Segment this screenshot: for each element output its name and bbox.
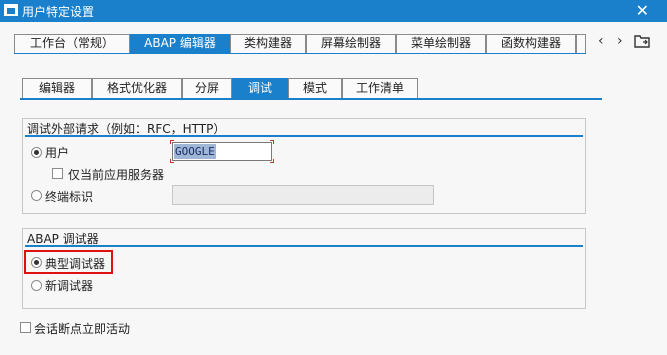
user-label: 用户 bbox=[45, 146, 70, 160]
tab-abap-editor[interactable]: ABAP 编辑器 bbox=[130, 34, 230, 54]
tab-menu-icon[interactable] bbox=[634, 34, 650, 48]
current-server-only-checkbox[interactable] bbox=[52, 168, 63, 179]
new-debugger-label: 新调试器 bbox=[45, 279, 94, 293]
tab-debugging[interactable]: 调试 bbox=[232, 78, 288, 98]
new-debugger-radio[interactable] bbox=[31, 280, 42, 291]
focus-corner bbox=[270, 159, 274, 163]
highlight-box bbox=[24, 250, 113, 274]
sub-tab-strip: 编辑器 格式优化器 分屏 调试 模式 工作清单 bbox=[20, 78, 602, 100]
user-input[interactable]: GOOGLE bbox=[170, 140, 274, 163]
focus-corner bbox=[270, 140, 274, 144]
tab-overflow[interactable] bbox=[576, 34, 586, 53]
tab-worklist[interactable]: 工作清单 bbox=[342, 78, 418, 98]
session-breakpoints-label: 会话断点立即活动 bbox=[34, 322, 131, 336]
window-icon bbox=[4, 4, 18, 16]
close-icon[interactable]: ✕ bbox=[636, 1, 649, 20]
user-radio[interactable] bbox=[31, 147, 42, 158]
focus-corner bbox=[170, 159, 174, 163]
tab-editor[interactable]: 编辑器 bbox=[22, 78, 92, 98]
user-input-value: GOOGLE bbox=[174, 144, 216, 159]
chevron-right-icon[interactable]: › bbox=[617, 33, 623, 49]
tab-pretty-printer[interactable]: 格式优化器 bbox=[92, 78, 182, 98]
terminal-input[interactable] bbox=[172, 185, 434, 205]
group-divider bbox=[25, 245, 583, 247]
terminal-radio[interactable] bbox=[31, 190, 42, 201]
tab-screen-painter[interactable]: 屏幕绘制器 bbox=[306, 34, 396, 53]
session-breakpoints-checkbox[interactable] bbox=[20, 322, 31, 333]
group-divider bbox=[25, 135, 583, 137]
tab-workbench-general[interactable]: 工作台（常规） bbox=[14, 34, 130, 53]
main-tab-strip: 工作台（常规） ABAP 编辑器 类构建器 屏幕绘制器 菜单绘制器 函数构建器 bbox=[14, 34, 586, 54]
title-bar: 用户特定设置 ✕ bbox=[0, 0, 667, 22]
tab-function-builder[interactable]: 函数构建器 bbox=[486, 34, 576, 53]
terminal-label: 终端标识 bbox=[45, 190, 94, 204]
tab-split-screen[interactable]: 分屏 bbox=[182, 78, 232, 98]
tab-mode[interactable]: 模式 bbox=[288, 78, 342, 98]
current-server-only-label: 仅当前应用服务器 bbox=[68, 168, 165, 182]
chevron-left-icon[interactable]: ‹ bbox=[598, 33, 604, 49]
tab-class-builder[interactable]: 类构建器 bbox=[230, 34, 306, 53]
focus-corner bbox=[170, 140, 174, 144]
tab-menu-painter[interactable]: 菜单绘制器 bbox=[396, 34, 486, 53]
window-title: 用户特定设置 bbox=[22, 5, 95, 19]
